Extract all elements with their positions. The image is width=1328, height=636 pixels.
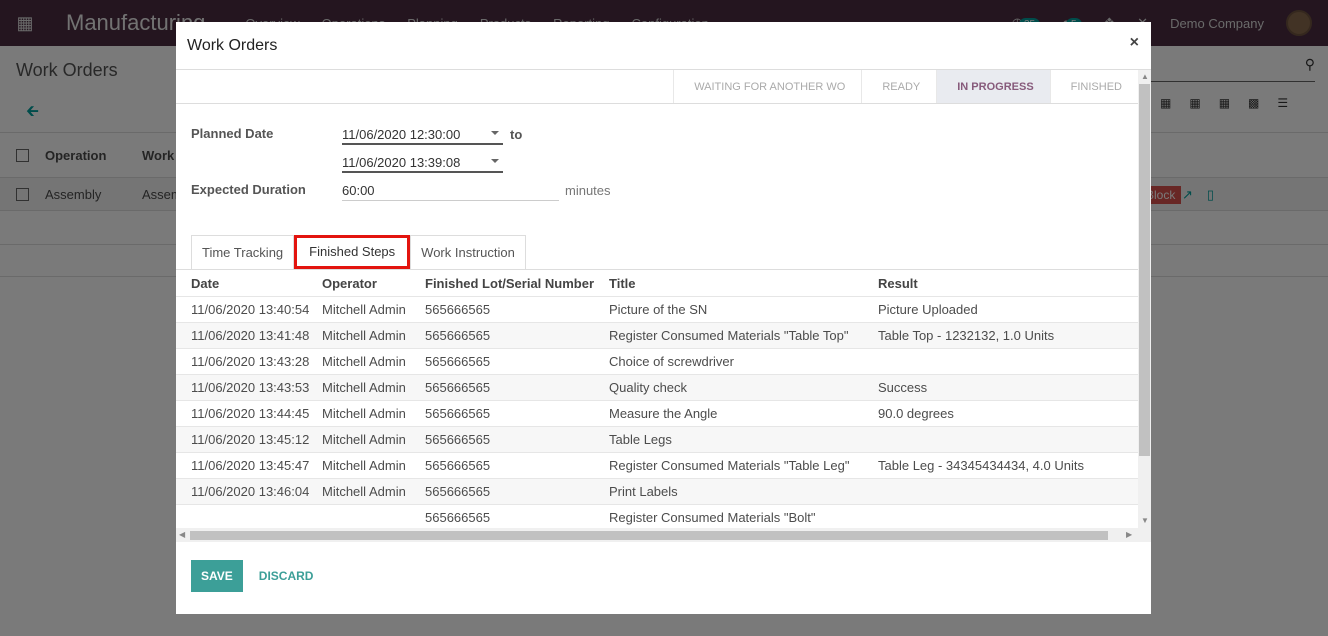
expected-duration-field[interactable]: 60:00	[342, 181, 559, 201]
table-row[interactable]: 11/06/2020 13:46:04 Mitchell Admin 5656665…	[176, 479, 1138, 505]
cell-result: 90.0 degrees	[878, 406, 954, 421]
dropdown-caret-icon	[491, 131, 499, 135]
horizontal-scrollbar[interactable]: ◀ ▶	[176, 528, 1138, 542]
table-header-row: Date Operator Finished Lot/Serial Number…	[176, 270, 1138, 297]
cell-operator: Mitchell Admin	[322, 380, 406, 395]
cell-date: 11/06/2020 13:41:48	[191, 328, 310, 343]
cell-lot-serial: 565666565	[425, 302, 491, 317]
tab-time-tracking[interactable]: Time Tracking	[191, 235, 295, 269]
cell-title: Print Labels	[609, 484, 678, 499]
cell-title: Table Legs	[609, 432, 672, 447]
work-order-dialog: Work Orders × Waiting for another WO Rea…	[176, 22, 1151, 614]
duration-unit-label: minutes	[565, 183, 611, 198]
cell-operator: Mitchell Admin	[322, 354, 406, 369]
stage-waiting[interactable]: Waiting for another WO	[673, 70, 861, 103]
planned-end-field[interactable]: 11/06/2020 13:39:08	[342, 153, 503, 173]
vertical-scroll-thumb[interactable]	[1139, 84, 1150, 456]
table-row[interactable]: 11/06/2020 13:41:48 Mitchell Admin 5656665…	[176, 323, 1138, 349]
header-date[interactable]: Date	[176, 276, 322, 291]
dialog-header: Work Orders	[176, 22, 1151, 70]
to-label: to	[510, 127, 523, 142]
cell-lot-serial: 565666565	[425, 432, 491, 447]
stage-in-progress[interactable]: In Progress	[936, 70, 1050, 103]
cell-date: 11/06/2020 13:45:47	[191, 458, 310, 473]
cell-title: Quality check	[609, 380, 688, 395]
cell-title: Register Consumed Materials "Bolt"	[609, 510, 816, 525]
cell-title: Measure the Angle	[609, 406, 718, 421]
cell-lot-serial: 565666565	[425, 380, 491, 395]
stage-finished[interactable]: Finished	[1049, 70, 1138, 103]
dropdown-caret-icon	[491, 159, 499, 163]
cell-operator: Mitchell Admin	[322, 458, 406, 473]
scroll-left-icon[interactable]: ◀	[179, 530, 185, 539]
status-bar: Waiting for another WO Ready In Progress…	[176, 70, 1138, 104]
cell-title: Picture of the SN	[609, 302, 708, 317]
cell-date: 11/06/2020 13:44:45	[191, 406, 310, 421]
horizontal-scroll-thumb[interactable]	[190, 531, 1108, 540]
table-row[interactable]: 565666565 Register Consumed Materials "Bo…	[176, 505, 1138, 528]
table-row[interactable]: 11/06/2020 13:40:54 Mitchell Admin 5656665…	[176, 297, 1138, 323]
cell-result: Picture Uploaded	[878, 302, 978, 317]
header-lot-serial[interactable]: Finished Lot/Serial Number	[425, 276, 609, 291]
dialog-title: Work Orders	[187, 36, 278, 54]
cell-lot-serial: 565666565	[425, 458, 491, 473]
table-row[interactable]: 11/06/2020 13:43:53 Mitchell Admin 5656665…	[176, 375, 1138, 401]
cell-date: 11/06/2020 13:40:54	[191, 302, 310, 317]
cell-date: 11/06/2020 13:46:04	[191, 484, 310, 499]
scroll-up-icon[interactable]: ▲	[1141, 72, 1149, 81]
scroll-down-icon[interactable]: ▼	[1141, 516, 1149, 525]
cell-operator: Mitchell Admin	[322, 432, 406, 447]
cell-result: Table Top - 1232132, 1.0 Units	[878, 328, 1055, 343]
planned-end-value: 11/06/2020 13:39:08	[342, 155, 461, 170]
cell-date: 11/06/2020 13:43:53	[191, 380, 310, 395]
header-result[interactable]: Result	[878, 276, 1138, 291]
cell-date: 11/06/2020 13:43:28	[191, 354, 310, 369]
cell-operator: Mitchell Admin	[322, 484, 406, 499]
vertical-scrollbar[interactable]: ▲ ▼	[1138, 70, 1151, 542]
cell-result: Success	[878, 380, 928, 395]
close-icon[interactable]: ×	[1130, 34, 1139, 52]
stage-ready[interactable]: Ready	[861, 70, 936, 103]
tab-work-instruction[interactable]: Work Instruction	[410, 235, 526, 269]
header-operator[interactable]: Operator	[322, 276, 425, 291]
planned-start-field[interactable]: 11/06/2020 12:30:00	[342, 125, 503, 145]
table-row[interactable]: 11/06/2020 13:44:45 Mitchell Admin 5656665…	[176, 401, 1138, 427]
expected-duration-label: Expected Duration	[191, 182, 306, 197]
cell-title: Register Consumed Materials "Table Leg"	[609, 458, 850, 473]
finished-steps-table: Date Operator Finished Lot/Serial Number…	[176, 269, 1138, 528]
scroll-right-icon[interactable]: ▶	[1126, 530, 1132, 539]
cell-operator: Mitchell Admin	[322, 328, 406, 343]
table-row[interactable]: 11/06/2020 13:45:12 Mitchell Admin 5656665…	[176, 427, 1138, 453]
cell-lot-serial: 565666565	[425, 328, 491, 343]
table-row[interactable]: 11/06/2020 13:45:47 Mitchell Admin 5656665…	[176, 453, 1138, 479]
cell-lot-serial: 565666565	[425, 510, 491, 525]
header-title[interactable]: Title	[609, 276, 878, 291]
cell-title: Choice of screwdriver	[609, 354, 734, 369]
cell-date: 11/06/2020 13:45:12	[191, 432, 310, 447]
table-row[interactable]: 11/06/2020 13:43:28 Mitchell Admin 5656665…	[176, 349, 1138, 375]
tab-finished-steps[interactable]: Finished Steps	[294, 235, 411, 269]
notebook-tabs: Time Tracking Finished Steps Work Instru…	[191, 235, 526, 269]
cell-lot-serial: 565666565	[425, 354, 491, 369]
save-button[interactable]: SAVE	[191, 560, 243, 592]
cell-operator: Mitchell Admin	[322, 406, 406, 421]
cell-operator: Mitchell Admin	[322, 302, 406, 317]
cell-title: Register Consumed Materials "Table Top"	[609, 328, 849, 343]
planned-date-label: Planned Date	[191, 126, 274, 141]
discard-button[interactable]: DISCARD	[259, 569, 314, 583]
cell-lot-serial: 565666565	[425, 406, 491, 421]
cell-lot-serial: 565666565	[425, 484, 491, 499]
planned-start-value: 11/06/2020 12:30:00	[342, 127, 461, 142]
cell-result: Table Leg - 34345434434, 4.0 Units	[878, 458, 1084, 473]
dialog-footer: SAVE DISCARD	[191, 560, 313, 592]
